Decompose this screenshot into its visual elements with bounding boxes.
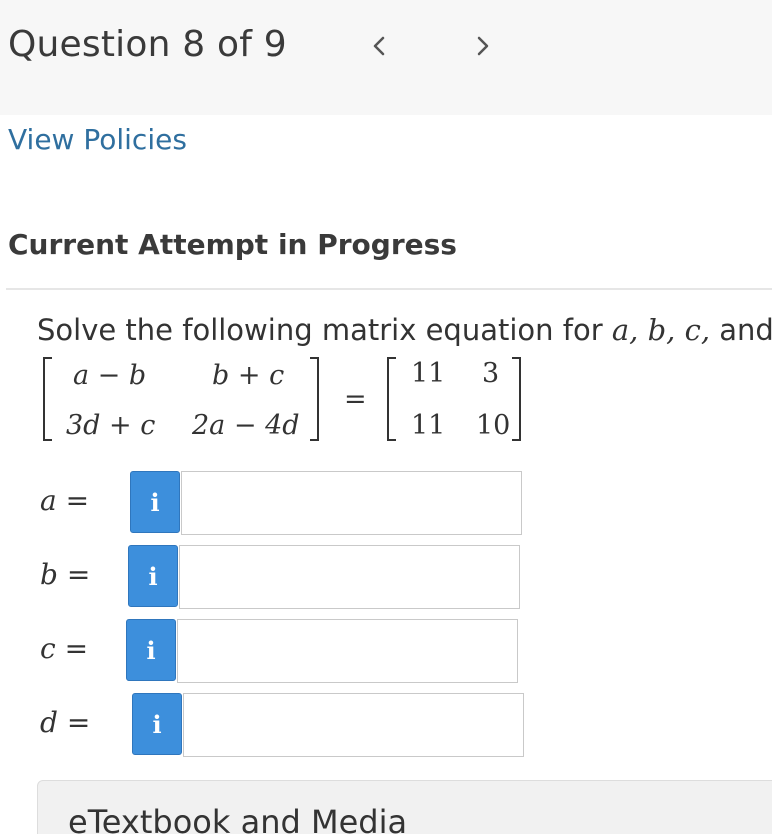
- chevron-right-icon: [477, 36, 489, 56]
- question-header: Question 8 of 9: [0, 0, 772, 115]
- attempt-heading: Current Attempt in Progress: [8, 228, 457, 261]
- chevron-left-icon: [373, 36, 385, 56]
- matrix-right-r1c1: 11: [411, 358, 446, 389]
- info-button-a[interactable]: i: [130, 471, 180, 533]
- matrix-left-r2c1: 3d + c: [66, 410, 156, 441]
- answer-label-a: a =: [40, 484, 90, 517]
- matrix-left-r2c2: 2a − 4d: [192, 410, 300, 441]
- answer-label-c: c =: [40, 632, 89, 665]
- prompt-vars: a, b, c,: [611, 313, 711, 347]
- info-button-d[interactable]: i: [132, 693, 182, 755]
- answer-label-d: d =: [40, 706, 91, 739]
- prompt-text: Solve the following matrix equation for: [37, 313, 612, 347]
- info-button-c[interactable]: i: [126, 619, 176, 681]
- section-divider: [6, 288, 772, 290]
- view-policies-link[interactable]: View Policies: [8, 123, 187, 156]
- info-button-b[interactable]: i: [128, 545, 178, 607]
- matrix-right-r1c2: 3: [482, 358, 500, 389]
- answer-label-b: b =: [40, 558, 91, 591]
- answer-input-c[interactable]: [177, 619, 518, 683]
- prompt-and: and: [719, 313, 772, 347]
- matrix-right-r2c1: 11: [411, 410, 446, 441]
- answer-input-b[interactable]: [179, 545, 520, 609]
- etextbook-media-panel[interactable]: eTextbook and Media: [37, 780, 772, 834]
- next-question-button[interactable]: [468, 28, 498, 64]
- matrix-right-r2c2: 10: [476, 410, 511, 441]
- matrix-equals: =: [344, 384, 367, 415]
- question-page: Question 8 of 9 View Policies Current At…: [0, 0, 772, 834]
- etextbook-media-label: eTextbook and Media: [68, 803, 408, 834]
- question-title: Question 8 of 9: [8, 24, 287, 65]
- question-prompt: Solve the following matrix equation for …: [37, 313, 772, 347]
- matrix-left-r1c1: a − b: [73, 360, 147, 391]
- matrix-left-r1c2: b + c: [212, 360, 285, 391]
- answer-input-a[interactable]: [181, 471, 522, 535]
- answer-input-d[interactable]: [183, 693, 524, 757]
- previous-question-button[interactable]: [364, 28, 394, 64]
- matrix-equation: a − b b + c 3d + c 2a − 4d = 11 3 11 10: [40, 350, 540, 450]
